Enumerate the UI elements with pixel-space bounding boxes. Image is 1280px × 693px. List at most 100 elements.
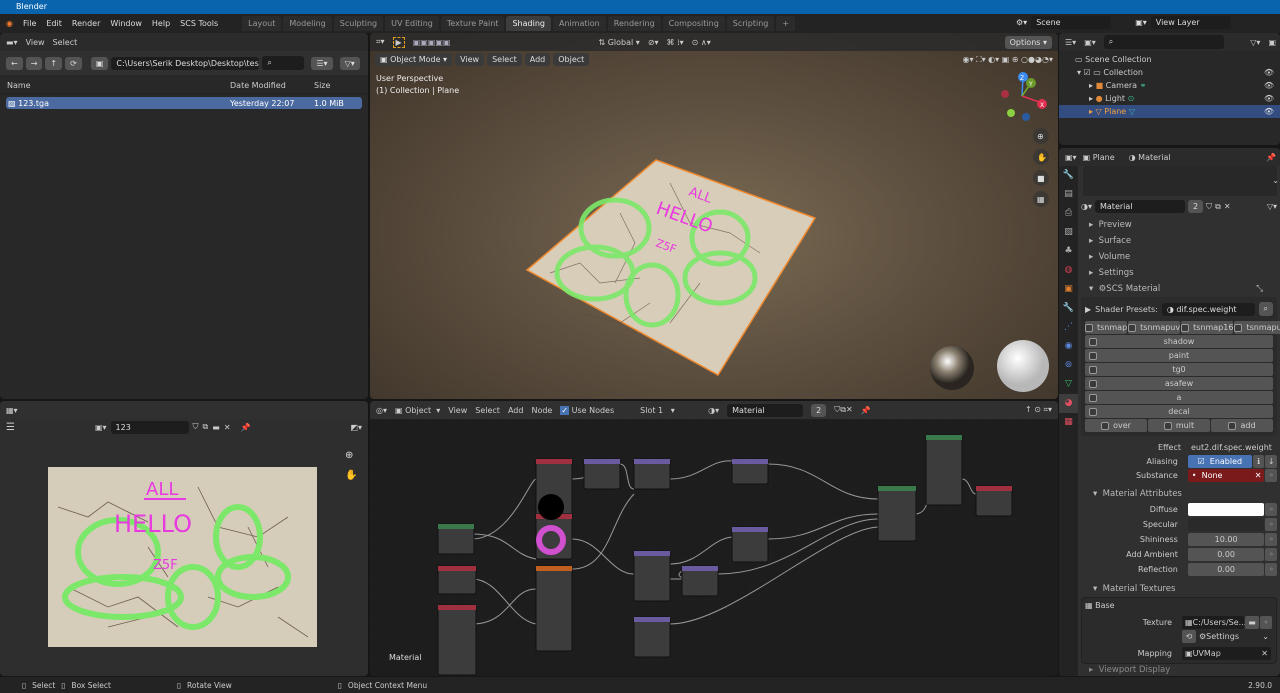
pin-icon[interactable]: 📌 — [1266, 153, 1276, 162]
image-name-field[interactable]: 123 — [110, 420, 189, 434]
outliner-item-light[interactable]: ▸ ● Light ⊙ 👁 — [1059, 92, 1280, 105]
filter-icon[interactable]: ▽▾ — [1250, 38, 1260, 47]
blender-logo-icon[interactable]: ◉ — [6, 19, 13, 28]
specular-color-swatch[interactable] — [1187, 518, 1265, 531]
col-size[interactable]: Size — [314, 81, 330, 90]
add-workspace-button[interactable]: + — [776, 16, 796, 31]
file-row[interactable]: ▨ 123.tga Yesterday 22:07 1.0 MiB — [6, 97, 362, 109]
fake-user-icon[interactable]: ⛉ — [193, 422, 199, 432]
back-icon[interactable]: ← — [6, 56, 23, 70]
textured-plane[interactable]: ALL HELLO Z5F — [525, 159, 817, 377]
material-browse-icon[interactable]: ◑▾ — [708, 406, 719, 415]
flag-tsnmap[interactable]: tsnmap — [1085, 321, 1128, 334]
view-layer-tab-icon[interactable]: ▧ — [1059, 223, 1078, 242]
refresh-icon[interactable]: ⟳ — [65, 56, 82, 70]
add-ambient-field[interactable]: 0.00 — [1187, 548, 1265, 561]
flag-decal[interactable]: decal — [1085, 405, 1273, 418]
display-mode-icon[interactable]: ▣▾ — [1084, 38, 1096, 47]
new-folder-icon[interactable]: ▣ — [90, 56, 109, 70]
node-tree-icon[interactable]: ▽▾ — [1267, 202, 1277, 211]
image-browse-icon[interactable]: ▣▾ — [95, 423, 107, 432]
breadcrumb-material[interactable]: ◑ Material — [1129, 153, 1171, 162]
flag-add[interactable]: add — [1211, 419, 1273, 432]
pan-icon[interactable]: ✋ — [345, 466, 357, 486]
flag-tsnmap16[interactable]: tsnmap16 — [1181, 321, 1234, 334]
folder-icon[interactable]: ▬ — [1245, 615, 1259, 629]
object-tab-icon[interactable]: ▣ — [1059, 280, 1078, 299]
unlink-icon[interactable]: ✕ — [1224, 202, 1231, 211]
material-name-field[interactable]: Material — [1095, 200, 1185, 213]
particles-tab-icon[interactable]: ⋰ — [1059, 318, 1078, 337]
outliner-search-icon[interactable]: ⌕ — [1103, 35, 1224, 49]
pin-icon[interactable]: 📌 — [241, 423, 251, 432]
zoom-icon[interactable]: ⊕ — [345, 446, 357, 466]
shader-preset-dropdown[interactable]: ◑ dif.spec.weight — [1161, 302, 1255, 316]
section-volume[interactable]: ▸ Volume — [1081, 249, 1277, 265]
scene-field[interactable]: Scene — [1031, 16, 1112, 29]
flag-tsnmapu[interactable]: tsnmapu... — [1234, 321, 1280, 334]
use-nodes-checkbox[interactable]: ✓ Use Nodes — [560, 405, 614, 415]
col-name[interactable]: Name — [0, 81, 230, 90]
section-viewport-display[interactable]: ▸ Viewport Display — [1081, 664, 1277, 676]
section-material-textures[interactable]: ▾ Material Textures — [1081, 581, 1277, 597]
flag-paint[interactable]: paint — [1085, 349, 1273, 362]
tab-compositing[interactable]: Compositing — [662, 16, 725, 31]
slot-dropdown[interactable]: Slot 1 ▾ — [640, 406, 700, 415]
constraints-tab-icon[interactable]: ⊚ — [1059, 356, 1078, 375]
ne-users-count[interactable]: 2 — [811, 403, 827, 417]
modifier-tab-icon[interactable]: 🔧 — [1059, 299, 1078, 318]
fb-menu-select[interactable]: Select — [53, 38, 78, 47]
view-layer-field[interactable]: View Layer — [1150, 16, 1231, 29]
data-tab-icon[interactable]: ▽ — [1059, 375, 1078, 394]
aliasing-info-icon[interactable]: ℹ — [1252, 454, 1265, 468]
ne-menu-view[interactable]: View — [448, 406, 467, 415]
search-icon[interactable]: ⌕ — [262, 56, 305, 70]
tab-scripting[interactable]: Scripting — [726, 16, 775, 31]
menu-file[interactable]: File — [23, 19, 36, 28]
shader-node-editor[interactable]: ◎▾ ▣ Object ▾ View Select Add Node ✓ Use… — [370, 401, 1058, 676]
unlink-icon[interactable]: ✕ — [224, 423, 231, 432]
flag-over[interactable]: over — [1085, 419, 1147, 432]
texture-settings-dropdown[interactable]: ⚙ Settings ⌄ — [1196, 629, 1271, 643]
breadcrumb-object[interactable]: ▣ Plane — [1083, 153, 1115, 162]
output-tab-icon[interactable]: ⎙ — [1059, 204, 1078, 223]
navigation-gizmo[interactable]: Z Y X — [1001, 72, 1047, 121]
image-canvas[interactable]: ALL HELLO Z5F — [48, 467, 317, 647]
duplicate-icon[interactable]: ⧉ — [1215, 202, 1221, 212]
tab-modeling[interactable]: Modeling — [283, 16, 332, 31]
editor-type-icon[interactable]: ☰▾ — [1065, 38, 1076, 47]
aliasing-toggle[interactable]: ☑ Enabled — [1187, 454, 1252, 468]
ne-material-field[interactable]: Material — [727, 403, 804, 417]
flag-tsnmapuv[interactable]: tsnmapuv — [1128, 321, 1181, 334]
tab-uv-editing[interactable]: UV Editing — [385, 16, 439, 31]
outliner-scene-collection[interactable]: ▭ Scene Collection — [1059, 53, 1280, 66]
editor-type-icon[interactable]: ◎▾ — [376, 406, 387, 415]
fake-user-icon[interactable]: ⛉ — [1206, 202, 1212, 212]
tab-shading[interactable]: Shading — [506, 16, 551, 31]
slot-dropdown-icon[interactable]: ⌄ — [1272, 176, 1279, 185]
parent-node-tree-icon[interactable]: ↑ ⊙ ⌗▾ — [1025, 405, 1052, 415]
tab-texture-paint[interactable]: Texture Paint — [440, 16, 505, 31]
col-date[interactable]: Date Modified — [230, 81, 314, 90]
flag-tg0[interactable]: tg0 — [1085, 363, 1273, 376]
pin-icon[interactable]: 📌 — [861, 406, 871, 415]
flag-a[interactable]: a — [1085, 391, 1273, 404]
material-slot-list[interactable]: ⌄ — [1083, 166, 1279, 196]
preset-search-icon[interactable]: ⌕ — [1258, 302, 1273, 316]
filter-icon[interactable]: ▽▾ — [339, 56, 360, 70]
ne-menu-add[interactable]: Add — [508, 406, 524, 415]
forward-icon[interactable]: → — [25, 56, 43, 70]
outliner-item-camera[interactable]: ▸ ■ Camera ⚭ 👁 — [1059, 79, 1280, 92]
menu-help[interactable]: Help — [152, 19, 170, 28]
fake-user-icon[interactable]: ⛉⧉✕ — [834, 405, 852, 415]
new-collection-icon[interactable]: ▣ — [1268, 38, 1276, 47]
shininess-field[interactable]: 10.00 — [1187, 533, 1265, 546]
section-material-attributes[interactable]: ▾ Material Attributes — [1081, 486, 1277, 502]
section-scs-material[interactable]: ▾ ⚙ SCS Material ⤡ — [1081, 281, 1277, 297]
world-tab-icon[interactable]: ◍ — [1059, 261, 1078, 280]
viewport-nav-buttons[interactable]: ⊕ ✋ ■ ▦ — [1033, 128, 1049, 207]
editor-type-icon[interactable]: ▣▾ — [1065, 153, 1077, 162]
flag-shadow[interactable]: shadow — [1085, 335, 1273, 348]
reflection-field[interactable]: 0.00 — [1187, 563, 1265, 576]
aliasing-download-icon[interactable]: ↓ — [1265, 454, 1278, 468]
